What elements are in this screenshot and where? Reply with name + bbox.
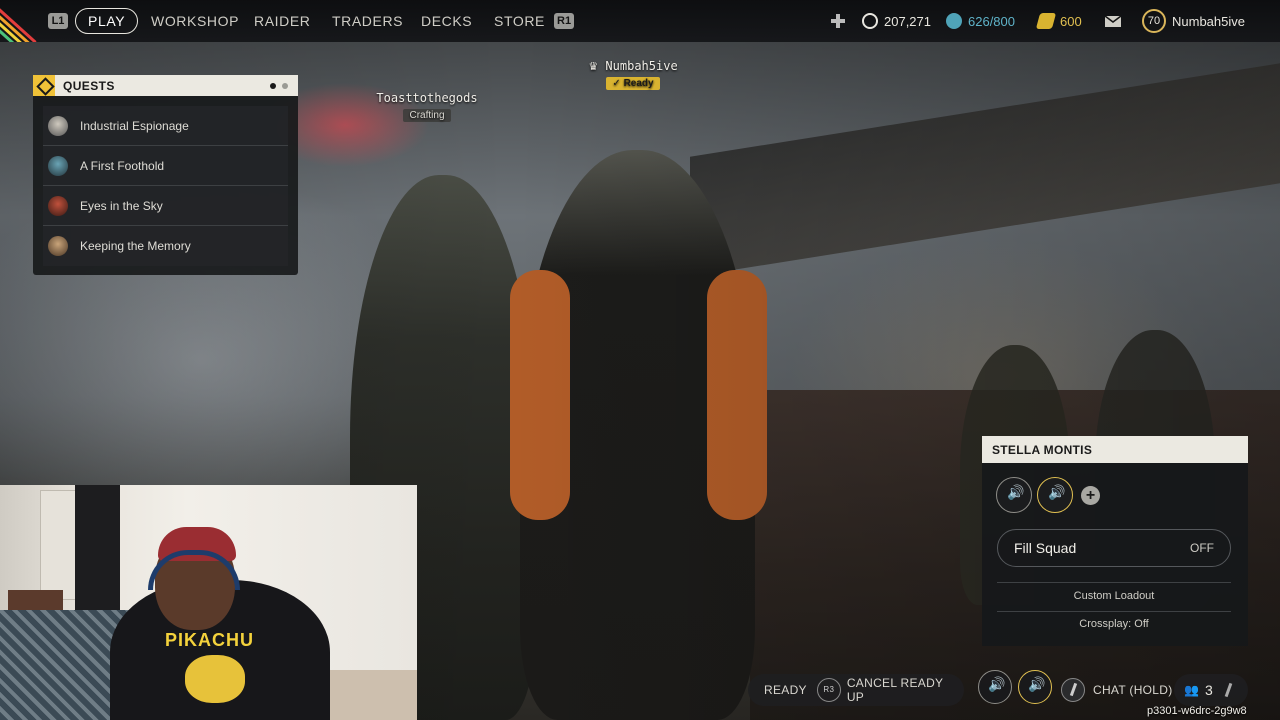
player-tag-numbah5ive: ♛ Numbah5ive ✓ Ready	[578, 59, 688, 90]
quest-label: Eyes in the Sky	[80, 198, 163, 213]
stash-counter: 626/800	[946, 0, 1015, 42]
top-nav-bar: L1 PLAY WORKSHOP RAIDER TRADERS DECKS ST…	[0, 0, 1280, 42]
quest-giver-portrait-icon	[48, 236, 68, 256]
squad-slot-player-selected[interactable]: 🔊	[1037, 477, 1073, 513]
coins-value: 207,271	[884, 13, 931, 29]
quest-label: Industrial Espionage	[80, 118, 189, 133]
player-level-badge: 70	[1142, 9, 1166, 33]
token-icon	[1035, 13, 1057, 29]
r3-stick-icon[interactable]	[828, 10, 848, 32]
party-icon: 👥	[1184, 683, 1199, 697]
nav-tab-store[interactable]: STORE	[494, 0, 545, 42]
shirt-print-graphic	[185, 655, 245, 703]
quest-giver-portrait-icon	[48, 155, 68, 176]
speaker-icon: 🔊	[988, 676, 1006, 692]
quests-panel: QUESTS Industrial Espionage A First Foot…	[33, 75, 298, 275]
party-count: 3	[1204, 682, 1213, 698]
nav-tab-traders[interactable]: TRADERS	[332, 0, 403, 42]
player-name: Numbah5ive	[605, 59, 678, 73]
stick-icon	[1224, 682, 1233, 698]
quest-label: Keeping the Memory	[80, 239, 191, 253]
squad-map-title: STELLA MONTIS	[982, 436, 1248, 463]
coin-icon	[862, 13, 878, 29]
crafting-status-badge: Crafting	[403, 109, 451, 122]
ready-label: READY	[764, 683, 807, 697]
party-count-button[interactable]: 👥 3	[1174, 674, 1248, 706]
custom-loadout-option[interactable]: Custom Loadout	[997, 590, 1231, 602]
coins-counter: 207,271	[862, 0, 931, 42]
quest-diamond-icon	[33, 75, 55, 96]
chat-pen-icon[interactable]	[1061, 678, 1085, 702]
ready-status-badge: ✓ Ready	[606, 77, 660, 90]
session-id: p3301-w6drc-2g9w8	[1147, 705, 1247, 717]
voice-player-slot-selected[interactable]: 🔊	[1018, 670, 1052, 704]
crown-icon: ♛	[588, 60, 599, 73]
r3-button-icon: R3	[816, 678, 841, 702]
mail-button[interactable]	[1104, 0, 1122, 42]
quest-item[interactable]: Eyes in the Sky	[43, 186, 288, 226]
nav-tab-decks[interactable]: DECKS	[421, 0, 472, 42]
quest-list: Industrial Espionage A First Foothold Ey…	[43, 106, 288, 266]
stash-icon	[946, 13, 962, 29]
shirt-print-text: PIKACHU	[165, 630, 255, 650]
quest-item[interactable]: Keeping the Memory	[43, 226, 288, 266]
quest-giver-portrait-icon	[48, 195, 68, 216]
quests-page-dots[interactable]	[270, 83, 288, 89]
r1-button-hint[interactable]: R1	[554, 13, 574, 29]
check-icon: ✓	[612, 78, 621, 89]
player-tag-name: ♛ Numbah5ive	[578, 59, 688, 73]
quest-label: A First Foothold	[80, 158, 165, 173]
squad-panel: STELLA MONTIS 🔊 🔊 + Fill Squad OFF Custo…	[982, 436, 1248, 646]
player-tag-toasttothegods: Toasttothegods Crafting	[368, 91, 486, 122]
fill-squad-value: OFF	[1190, 541, 1214, 555]
divider	[997, 611, 1231, 612]
brand-stripes-logo	[0, 0, 48, 42]
fill-squad-toggle[interactable]: Fill Squad OFF	[997, 529, 1231, 567]
nav-tab-play[interactable]: PLAY	[75, 8, 139, 34]
player-name: Toasttothegods	[376, 91, 478, 105]
crossplay-option[interactable]: Crossplay: Off	[997, 618, 1231, 630]
player-username: Numbah5ive	[1172, 13, 1245, 29]
speaker-icon: 🔊	[1007, 484, 1025, 500]
player-profile[interactable]: 70 Numbah5ive	[1142, 0, 1245, 42]
add-squad-member-button[interactable]: +	[1081, 486, 1100, 505]
voice-player-slot[interactable]: 🔊	[978, 670, 1012, 704]
webcam-overlay: PIKACHU	[0, 485, 417, 720]
nav-tab-workshop[interactable]: WORKSHOP	[151, 0, 239, 42]
webcam-closet	[75, 485, 120, 615]
mail-icon	[1104, 15, 1122, 27]
quests-header: QUESTS	[33, 75, 298, 96]
fill-squad-label: Fill Squad	[1014, 540, 1077, 556]
speaker-icon: 🔊	[1048, 484, 1066, 500]
raider-tokens-counter: 600	[1035, 0, 1082, 42]
quest-item[interactable]: Industrial Espionage	[43, 106, 288, 146]
cancel-ready-up-button[interactable]: CANCEL READY UP	[847, 676, 964, 704]
speaker-icon: 🔊	[1028, 676, 1046, 692]
nav-tab-raider[interactable]: RAIDER	[254, 0, 311, 42]
ready-status-label: Ready	[623, 78, 654, 89]
ready-bar[interactable]: READY R3 CANCEL READY UP	[748, 674, 964, 706]
l1-button-hint[interactable]: L1	[48, 13, 68, 29]
page-dot[interactable]	[282, 83, 288, 89]
raider-tokens-value: 600	[1060, 13, 1082, 29]
quest-item[interactable]: A First Foothold	[43, 146, 288, 186]
page-dot-active[interactable]	[270, 83, 276, 89]
quests-title: QUESTS	[63, 78, 115, 93]
chat-hold-label[interactable]: CHAT (HOLD)	[1093, 674, 1173, 706]
quest-giver-portrait-icon	[48, 115, 68, 136]
divider	[997, 582, 1231, 583]
squad-slot-player[interactable]: 🔊	[996, 477, 1032, 513]
stash-value: 626/800	[968, 13, 1015, 29]
